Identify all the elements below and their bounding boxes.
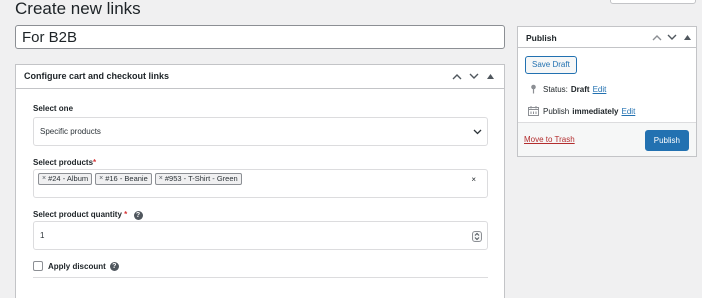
- remove-chip-button[interactable]: ×: [42, 174, 46, 184]
- status-value: Draft: [570, 84, 590, 94]
- save-draft-button[interactable]: Save Draft: [525, 56, 577, 74]
- select-chevron-icon: [473, 129, 482, 135]
- status-edit-link[interactable]: Edit: [593, 85, 607, 94]
- publish-edit-link[interactable]: Edit: [622, 107, 636, 116]
- required-mark: *: [93, 158, 97, 167]
- product-chip: × #16 - Beanie: [95, 173, 152, 185]
- move-to-trash-link[interactable]: Move to Trash: [524, 135, 575, 144]
- quantity-label-text: Select product quantity: [33, 210, 122, 219]
- chevron-down-icon: [469, 73, 478, 79]
- required-mark: *: [124, 210, 128, 219]
- apply-discount-label: Apply discount: [48, 261, 106, 271]
- status-label: Status:: [543, 84, 568, 94]
- status-row: Status: Draft Edit: [527, 84, 606, 94]
- chip-label: #16 - Beanie: [105, 174, 148, 183]
- page-title: Create new links: [15, 0, 141, 18]
- toggle-panel-button[interactable]: [680, 29, 694, 45]
- spinner-arrows-icon: [474, 232, 480, 241]
- publish-footer: Move to Trash Publish: [518, 122, 696, 156]
- move-up-button[interactable]: [449, 68, 464, 85]
- postbox-title: Configure cart and checkout links: [24, 71, 170, 81]
- select-products-label-text: Select products: [33, 158, 94, 167]
- apply-discount-row: Apply discount ?: [33, 261, 119, 271]
- chip-label: #953 - T-Shirt - Green: [164, 174, 238, 183]
- chip-label: #24 - Album: [48, 174, 89, 183]
- publish-schedule-row: Publish immediately Edit: [527, 106, 635, 116]
- remove-chip-button[interactable]: ×: [159, 174, 163, 184]
- product-chip: × #953 - T-Shirt - Green: [154, 173, 242, 185]
- publish-controls: [650, 29, 694, 45]
- postbox-controls: [449, 68, 498, 85]
- chevron-up-icon: [452, 74, 461, 80]
- remove-chip-button[interactable]: ×: [99, 174, 103, 184]
- help-icon[interactable]: ?: [109, 261, 119, 271]
- pin-icon: [527, 84, 539, 94]
- product-chip: × #24 - Album: [38, 173, 93, 185]
- divider: [33, 277, 488, 278]
- products-multiselect[interactable]: × #24 - Album × #16 - Beanie × #953 - T-…: [33, 169, 488, 198]
- move-up-button[interactable]: [650, 29, 664, 45]
- quantity-label: Select product quantity * ?: [33, 210, 143, 220]
- publish-label: Publish: [543, 106, 570, 116]
- chevron-down-icon: [667, 34, 677, 40]
- publish-box: Publish Save Draft Status: Draft Edit Pu…: [517, 26, 697, 157]
- move-down-button[interactable]: [466, 68, 481, 85]
- toggle-panel-button[interactable]: [483, 68, 498, 85]
- screen-options-tab[interactable]: [610, 0, 696, 4]
- help-icon[interactable]: ?: [133, 211, 143, 220]
- post-title-input[interactable]: [15, 25, 505, 49]
- calendar-icon: [527, 106, 539, 116]
- move-down-button[interactable]: [665, 29, 679, 45]
- chevron-up-icon: [652, 34, 662, 40]
- publish-button[interactable]: Publish: [644, 130, 689, 151]
- postbox-header: Configure cart and checkout links: [16, 65, 504, 89]
- select-one-label: Select one: [33, 104, 74, 113]
- quantity-input[interactable]: 1: [33, 221, 488, 250]
- clear-selection-button[interactable]: ×: [471, 175, 476, 184]
- configure-links-postbox: Configure cart and checkout links Select…: [15, 64, 505, 298]
- product-chips: × #24 - Album × #16 - Beanie × #953 - T-…: [38, 173, 242, 185]
- select-one-value: Specific products: [40, 127, 101, 136]
- triangle-up-icon: [487, 74, 494, 79]
- select-products-label: Select products*: [33, 158, 96, 167]
- publish-title: Publish: [526, 33, 557, 43]
- triangle-up-icon: [683, 34, 691, 40]
- publish-header: Publish: [518, 27, 696, 48]
- publish-value: immediately: [572, 106, 619, 116]
- select-one-dropdown[interactable]: Specific products: [33, 117, 488, 146]
- quantity-stepper[interactable]: [472, 231, 482, 242]
- quantity-value: 1: [40, 231, 45, 240]
- apply-discount-checkbox[interactable]: [33, 261, 43, 271]
